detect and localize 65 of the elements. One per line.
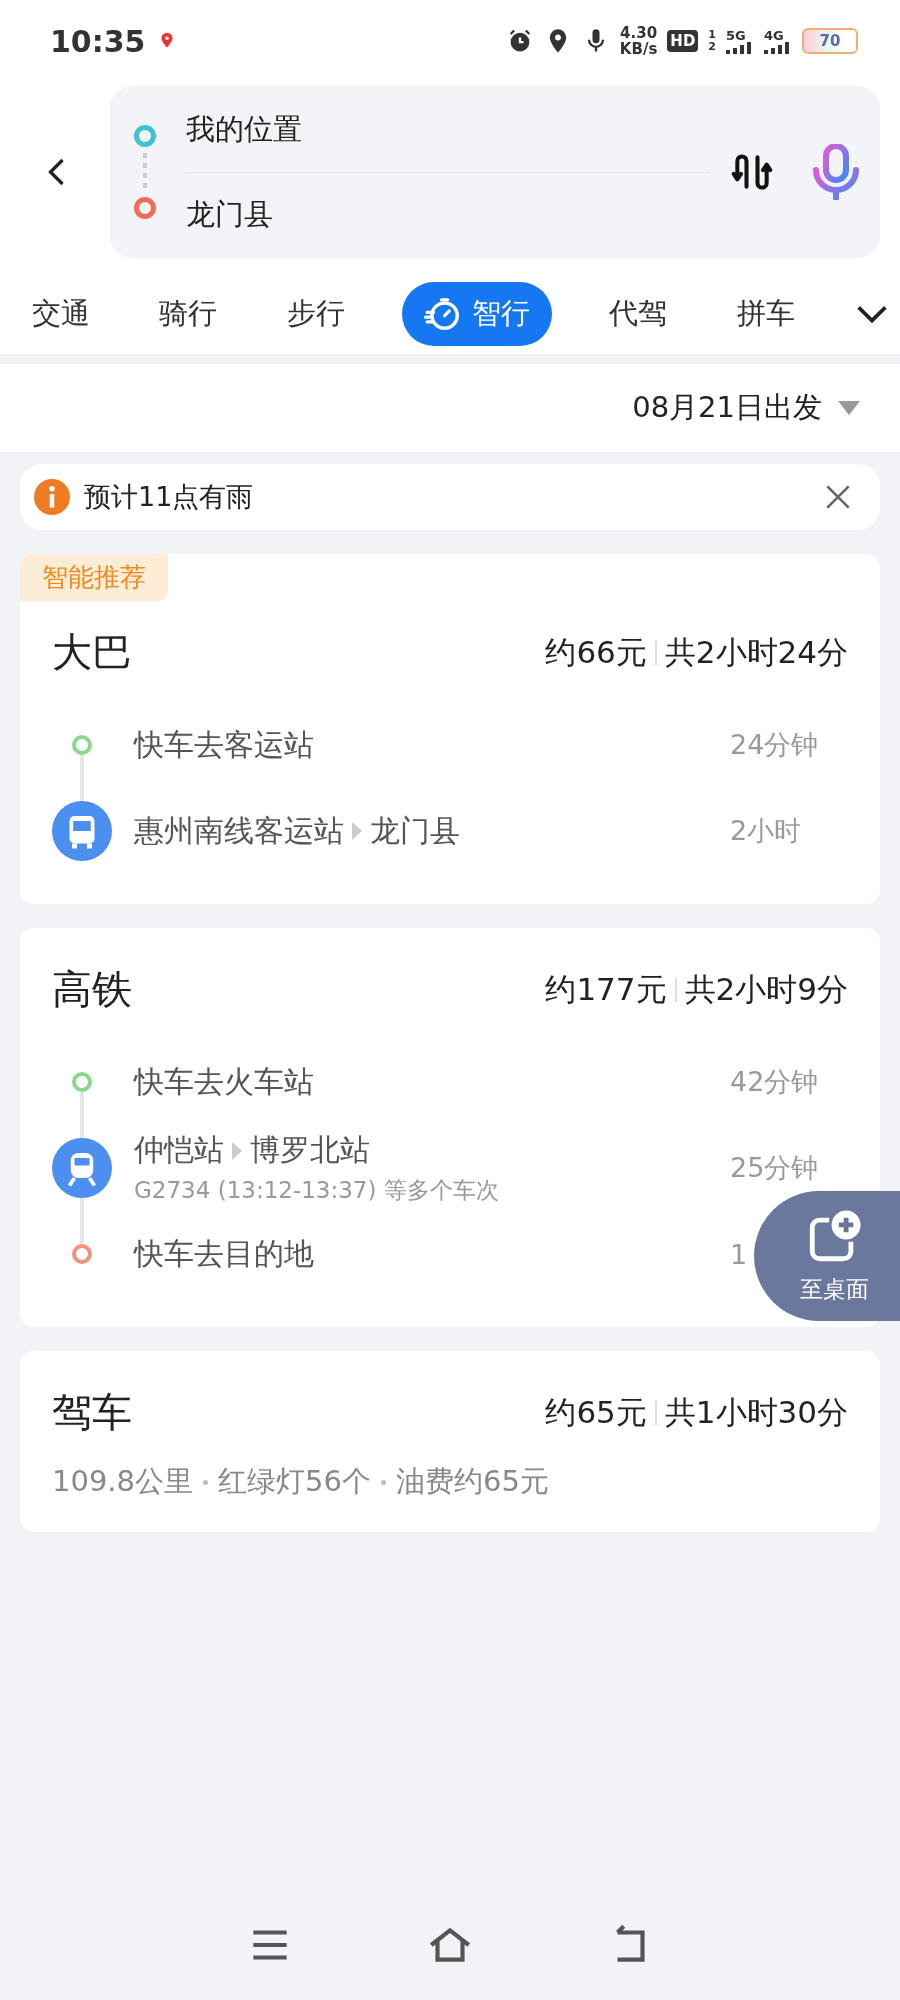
mode-tab[interactable]: 交通 (20, 282, 102, 346)
battery-level: 70 (802, 28, 858, 54)
microphone-icon[interactable] (812, 144, 860, 200)
train-icon (52, 1137, 112, 1199)
add-to-desktop-button[interactable]: 至桌面 (754, 1191, 900, 1321)
mode-tab[interactable]: 骑行 (147, 282, 230, 346)
mode-tab[interactable]: 拼车 (724, 282, 807, 346)
price: 约177元 (545, 969, 667, 1009)
sim-number: 2 (708, 41, 716, 53)
station-name: 龙门县 (370, 811, 460, 850)
origin-field[interactable]: 我的位置 (186, 87, 710, 172)
hd-badge: HD (667, 30, 699, 52)
stopwatch-icon (424, 295, 462, 333)
total-duration: 共2小时24分 (664, 632, 848, 672)
step-duration: 25分钟 (730, 1151, 820, 1185)
transport-mode: 驾车 (52, 1388, 132, 1437)
transport-mode: 高铁 (52, 965, 132, 1014)
train-detail: G2734 (13:12-13:37) 等多个车次 (134, 1176, 500, 1205)
step-title: 快车去火车站 (134, 1062, 315, 1101)
origin-marker (134, 125, 156, 147)
step-duration: 2小时 (730, 814, 803, 848)
bus-icon (52, 800, 112, 862)
total-duration: 共2小时9分 (684, 969, 848, 1009)
signal-icon (764, 41, 792, 54)
network-speed: 4.30 (620, 25, 658, 41)
network-type: 4G (764, 28, 785, 42)
separator-dot (203, 1479, 209, 1485)
separator-dot (380, 1479, 386, 1485)
step-duration: 1 (730, 1238, 749, 1270)
station-name: 惠州南线客运站 (134, 811, 344, 850)
step-title: 快车去目的地 (134, 1234, 315, 1273)
mode-tab[interactable]: 步行 (274, 282, 357, 346)
sim-number: 1 (708, 29, 716, 41)
departure-date[interactable]: 08月21日出发 (632, 388, 822, 428)
station-name: 博罗北站 (250, 1131, 370, 1169)
total-duration: 共1小时30分 (664, 1392, 848, 1432)
step-duration: 42分钟 (730, 1065, 820, 1099)
destination-marker (134, 197, 156, 219)
drive-info: 红绿灯56个 (218, 1463, 371, 1500)
step-title: 快车去客运站 (134, 725, 315, 764)
drive-info: 109.8公里 (52, 1463, 194, 1500)
destination-field[interactable]: 龙门县 (186, 171, 710, 257)
stop-marker (72, 1244, 92, 1264)
clock-time: 10:35 (50, 23, 146, 59)
price: 约66元 (545, 632, 647, 672)
arrow-icon (232, 1141, 242, 1160)
dropdown-icon[interactable] (838, 401, 860, 415)
arrow-icon (352, 822, 362, 840)
drive-info: 油费约65元 (395, 1463, 549, 1500)
mode-tab[interactable]: 智行 (402, 282, 552, 346)
price: 约65元 (545, 1392, 647, 1432)
recommend-tag: 智能推荐 (20, 554, 168, 601)
speed-unit: KB/s (619, 41, 658, 57)
stop-marker (72, 1072, 92, 1092)
info-icon (34, 479, 70, 515)
stop-marker (72, 735, 92, 755)
step-duration: 24分钟 (730, 728, 820, 762)
route-card[interactable]: 智能推荐 大巴 约66元 共2小时24分 快车去客运站 24分钟 惠州南线客运站 龙门县 2小时 (20, 554, 880, 904)
mode-tab[interactable]: 代驾 (597, 282, 680, 346)
signal-icon (726, 41, 754, 54)
station-name: 仲恺站 (134, 1131, 224, 1169)
route-card[interactable]: 驾车 约65元 共1小时30分 109.8公里 红绿灯56个 油费约65元 (20, 1351, 880, 1532)
alert-text: 预计11点有雨 (84, 480, 255, 514)
network-type: 5G (726, 28, 747, 42)
transport-mode: 大巴 (52, 628, 132, 677)
